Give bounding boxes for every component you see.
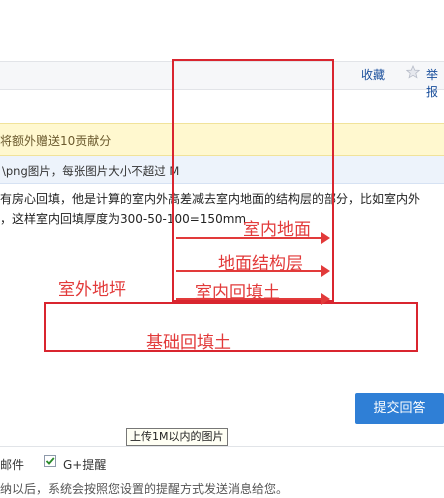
label-indoor-backfill: 室内回填土 xyxy=(195,283,280,303)
label-outdoor-grade: 室外地坪 xyxy=(58,280,126,300)
report-link[interactable]: 举报 xyxy=(426,66,444,100)
gplus-checkbox[interactable] xyxy=(44,455,56,467)
label-foundation-backfill: 基础回填土 xyxy=(146,333,231,353)
email-option-label: 邮件 xyxy=(0,458,25,472)
submit-answer-button[interactable]: 提交回答 xyxy=(355,393,444,424)
notification-note: 纳以后，系统会按照您设置的提醒方式发送消息给您。 xyxy=(0,482,289,496)
label-indoor-floor: 室内地面 xyxy=(243,220,311,240)
image-upload-hint-text: \png图片，每张图片大小不超过 M xyxy=(2,164,180,178)
favorite-link[interactable]: 收藏 xyxy=(361,66,385,83)
star-icon[interactable] xyxy=(405,64,421,79)
gplus-option-label: G+提醒 xyxy=(63,458,107,472)
divider xyxy=(0,446,444,447)
label-floor-structure: 地面结构层 xyxy=(218,254,303,274)
upload-tooltip: 上传1M以内的图片 xyxy=(126,428,228,446)
annotation-foundation-box xyxy=(44,302,418,352)
reward-notice-text: 将额外赠送10贡献分 xyxy=(0,134,112,148)
